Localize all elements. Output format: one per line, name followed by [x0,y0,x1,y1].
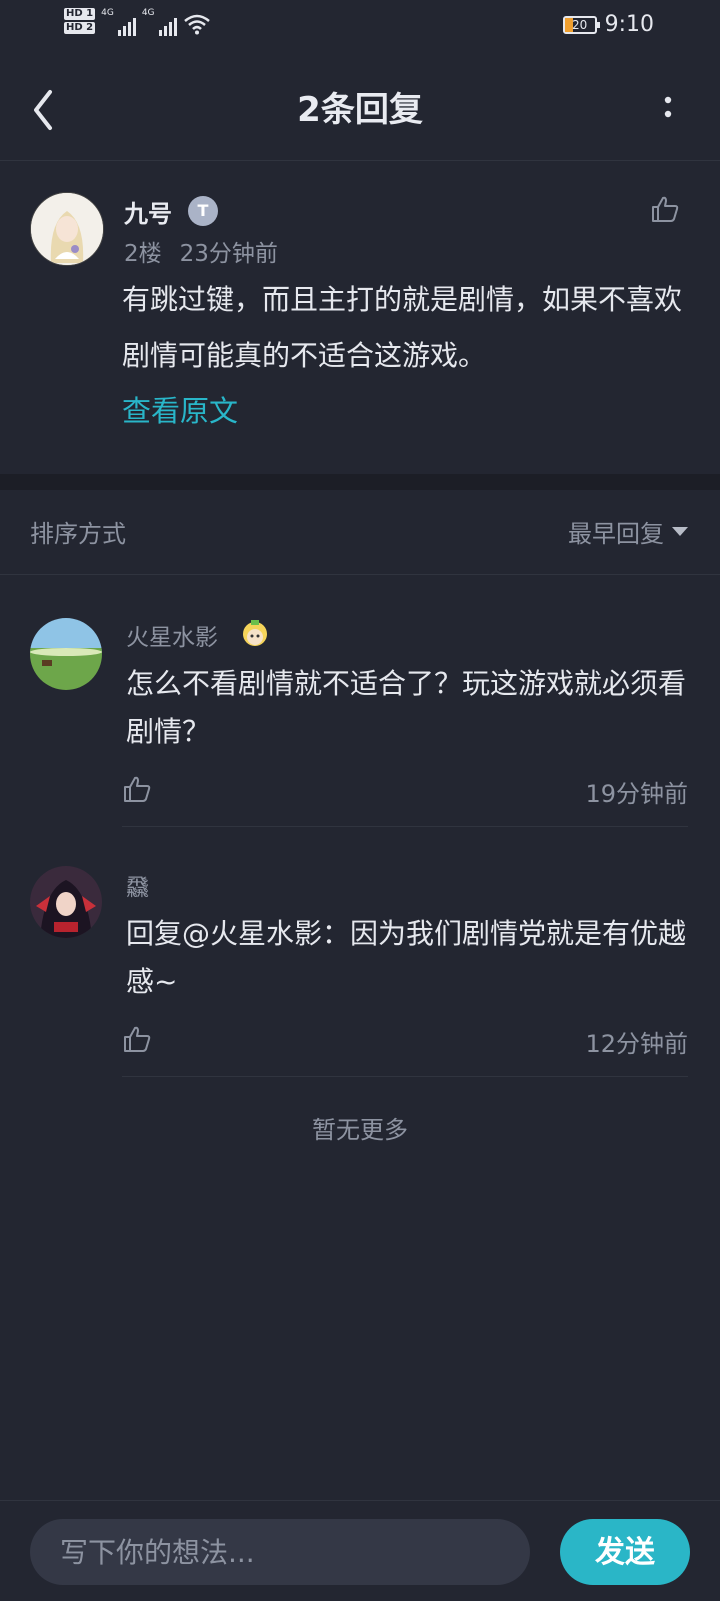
emoji-badge-icon [243,620,267,646]
comment-username[interactable]: 九号 [124,194,172,229]
reply-time: 12分钟前 [585,1030,688,1058]
sim-badges: HD 1 HD 2 [64,8,96,34]
comment-composer: 发送 [0,1500,720,1601]
page-title: 2条回复 [297,90,423,130]
signal-indicators: HD 1 HD 2 4G 4G [64,8,211,36]
reply-username[interactable]: 火星水影 [126,618,218,652]
battery-icon: 20 [562,15,600,34]
reply-text: 回复@火星水影：因为我们剧情党就是有优越感~ [126,917,687,998]
section-divider [0,474,720,490]
caret-down-icon [672,527,688,536]
network-type-1: 4G [101,8,114,18]
avatar-image [30,618,102,690]
top-nav: 2条回复 [0,60,720,161]
signal-2-icon: 4G [142,8,177,36]
sim2-badge: HD 2 [64,22,96,34]
view-original-link[interactable]: 查看原文 [122,388,238,430]
sort-bar: 排序方式 最早回复 [0,490,720,575]
reply-divider [122,826,688,827]
sort-label: 排序方式 [30,520,126,548]
main-comment: 九号 T 2楼 23分钟前 有跳过键，而且主打的就是剧情，如果不喜欢剧情可能真的不… [0,162,720,474]
status-right: 20 9:10 [562,12,654,37]
reply-text: 怎么不看剧情就不适合了？玩这游戏就必须看剧情？ [126,667,687,748]
comment-input[interactable] [30,1519,530,1585]
comment-text: 有跳过键，而且主打的就是剧情，如果不喜欢剧情可能真的不适合这游戏。 [122,283,683,372]
avatar[interactable] [30,192,104,266]
avatar-image [30,866,102,938]
clock: 9:10 [604,12,654,37]
comment-time: 23分钟前 [179,241,278,267]
reply-username[interactable]: 飝 [126,868,149,902]
reply-divider [122,1076,688,1077]
reply-time: 19分钟前 [585,780,688,808]
floor-number: 2楼 [124,241,162,267]
network-type-2: 4G [141,8,155,18]
avatar[interactable] [30,618,102,690]
like-icon[interactable] [122,1024,152,1054]
comment-meta: 2楼 23分钟前 [124,234,278,268]
no-more-text: 暂无更多 [312,1116,408,1144]
battery-level: 20 [571,17,588,32]
send-button[interactable]: 发送 [560,1519,690,1585]
wifi-icon [183,14,210,35]
status-bar: HD 1 HD 2 4G 4G 20 9:10 [0,0,720,52]
like-icon[interactable] [122,774,152,804]
sort-dropdown[interactable]: 最早回复 [568,514,688,549]
sort-selected: 最早回复 [568,520,664,548]
avatar[interactable] [30,866,102,938]
signal-1-icon: 4G [101,8,136,36]
sim1-badge: HD 1 [64,8,96,20]
level-badge-icon: T [188,196,218,226]
like-icon[interactable] [650,194,680,224]
avatar-image [31,193,103,265]
more-vertical-icon[interactable] [656,90,680,130]
